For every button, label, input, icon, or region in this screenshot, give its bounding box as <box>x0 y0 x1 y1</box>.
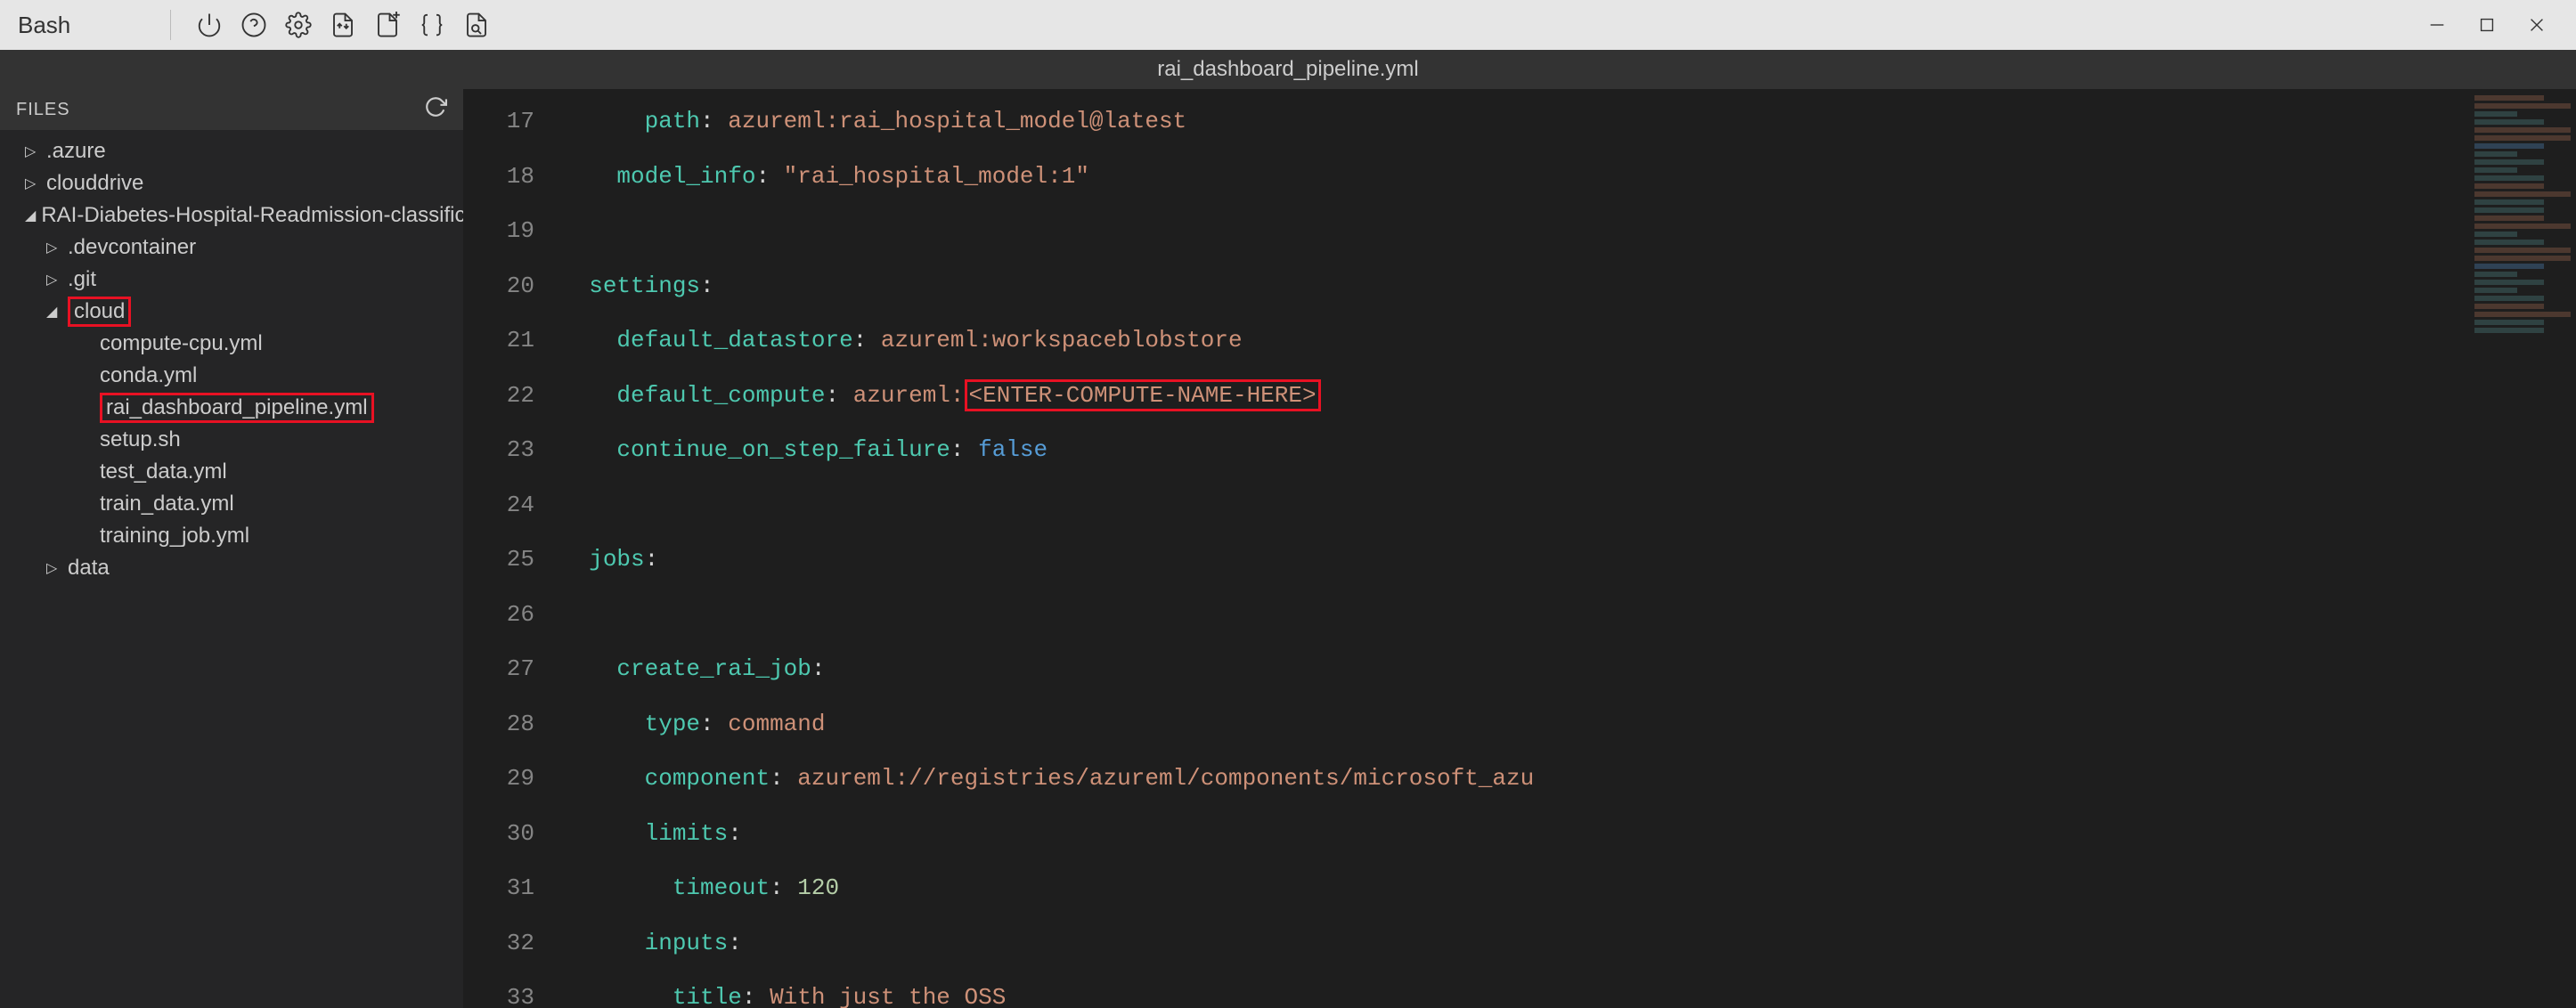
separator <box>170 10 171 40</box>
tab-bar: rai_dashboard_pipeline.yml <box>0 50 2576 89</box>
tree-item[interactable]: ◢cloud <box>0 296 463 328</box>
tree-item[interactable]: training_job.yml <box>0 520 463 552</box>
preview-icon[interactable] <box>458 6 495 44</box>
toolbar: Bash <box>0 0 2576 50</box>
power-icon[interactable] <box>191 6 228 44</box>
refresh-icon[interactable] <box>424 95 447 124</box>
tree-item[interactable]: ▷data <box>0 552 463 584</box>
tree-item[interactable]: train_data.yml <box>0 488 463 520</box>
tree-item[interactable]: ▷.git <box>0 264 463 296</box>
sidebar-title: FILES <box>16 100 70 120</box>
tree-item[interactable]: ◢RAI-Diabetes-Hospital-Readmission-class… <box>0 199 463 232</box>
terminal-label: Bash <box>18 12 70 39</box>
active-tab-filename[interactable]: rai_dashboard_pipeline.yml <box>1157 57 1419 82</box>
help-icon[interactable] <box>235 6 273 44</box>
minimize-button[interactable] <box>2416 4 2458 46</box>
upload-download-icon[interactable] <box>324 6 362 44</box>
tree-item[interactable]: conda.yml <box>0 360 463 392</box>
braces-icon[interactable] <box>413 6 451 44</box>
tree-item[interactable]: ▷.devcontainer <box>0 232 463 264</box>
tree-item[interactable]: ▷clouddrive <box>0 167 463 199</box>
close-button[interactable] <box>2515 4 2558 46</box>
maximize-button[interactable] <box>2466 4 2508 46</box>
new-file-icon[interactable] <box>369 6 406 44</box>
tree-item[interactable]: ▷.azure <box>0 135 463 167</box>
editor[interactable]: 1718192021222324252627282930313233 path:… <box>463 89 2576 1008</box>
terminal-selector[interactable]: Bash <box>18 12 151 39</box>
tree-item[interactable]: rai_dashboard_pipeline.yml <box>0 392 463 424</box>
file-explorer: FILES ▷.azure▷clouddrive◢RAI-Diabetes-Ho… <box>0 89 463 1008</box>
tree-item[interactable]: compute-cpu.yml <box>0 328 463 360</box>
tree-item[interactable]: test_data.yml <box>0 456 463 488</box>
minimap[interactable] <box>2469 89 2576 1008</box>
code-content[interactable]: path: azureml:rai_hospital_model@latest … <box>552 89 2469 1008</box>
settings-icon[interactable] <box>280 6 317 44</box>
tree-item[interactable]: setup.sh <box>0 424 463 456</box>
sidebar-header: FILES <box>0 89 463 130</box>
line-gutter: 1718192021222324252627282930313233 <box>463 89 552 1008</box>
file-tree: ▷.azure▷clouddrive◢RAI-Diabetes-Hospital… <box>0 130 463 589</box>
